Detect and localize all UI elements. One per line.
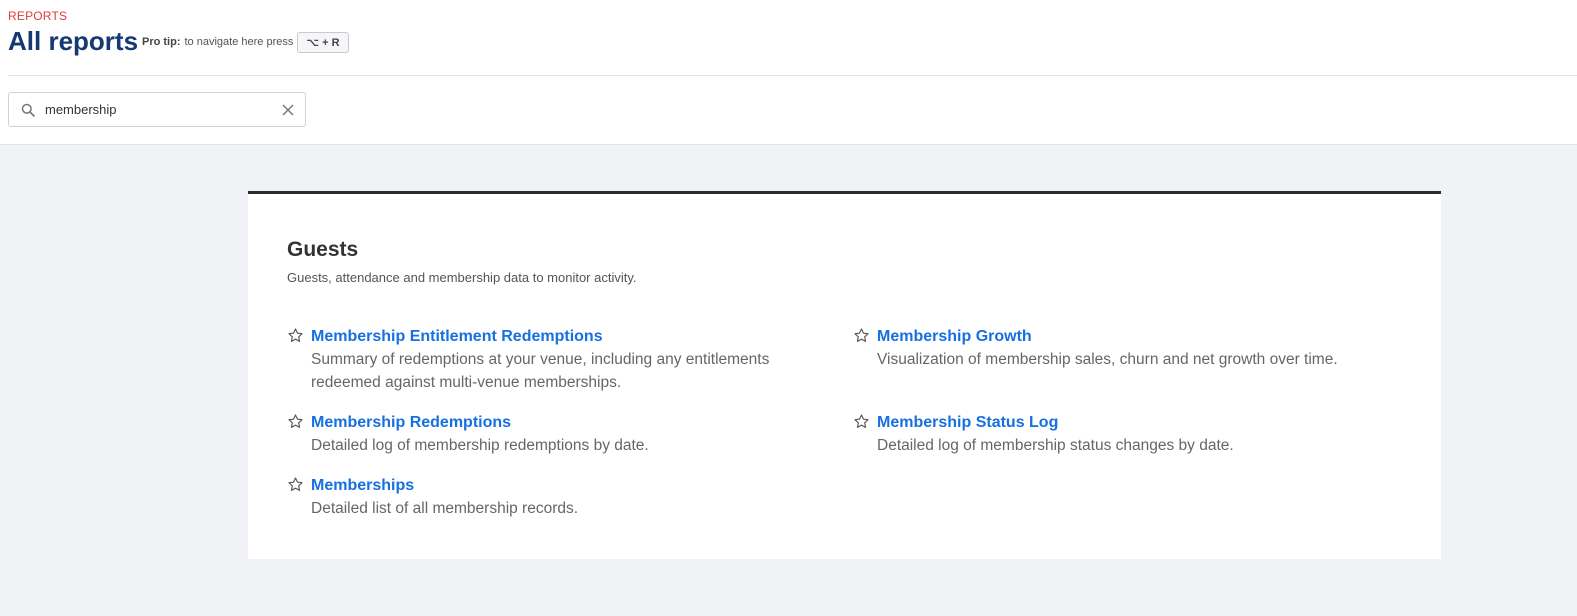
report-description: Detailed log of membership status change…: [877, 437, 1234, 454]
report-category-card: Guests Guests, attendance and membership…: [248, 191, 1441, 559]
star-icon[interactable]: [287, 476, 304, 493]
pro-tip-label: Pro tip:: [142, 36, 181, 48]
close-icon[interactable]: [281, 103, 295, 117]
report-link[interactable]: Membership Redemptions: [311, 413, 649, 433]
report-item: Membership Growth Visualization of membe…: [853, 327, 1373, 371]
report-description: Detailed log of membership redemptions b…: [311, 437, 649, 454]
star-icon[interactable]: [287, 327, 304, 344]
section-eyebrow: REPORTS: [8, 9, 68, 23]
category-description: Guests, attendance and membership data t…: [287, 270, 637, 285]
category-title: Guests: [287, 238, 359, 261]
page-title: All reports: [8, 26, 139, 56]
page-header: REPORTS All reports Pro tip: to navigate…: [0, 0, 1577, 145]
report-item: Membership Status Log Detailed log of me…: [853, 413, 1373, 457]
star-icon[interactable]: [853, 327, 870, 344]
report-link[interactable]: Membership Growth: [877, 327, 1338, 347]
star-icon[interactable]: [287, 413, 304, 430]
report-link[interactable]: Membership Entitlement Redemptions: [311, 327, 807, 347]
keyboard-shortcut: ⌥ + R: [297, 31, 349, 53]
report-description: Detailed list of all membership records.: [311, 500, 579, 517]
search-box[interactable]: [8, 92, 306, 127]
report-description: Visualization of membership sales, churn…: [877, 351, 1338, 368]
report-item: Membership Entitlement Redemptions Summa…: [287, 327, 807, 394]
report-link[interactable]: Membership Status Log: [877, 413, 1234, 433]
star-icon[interactable]: [853, 413, 870, 430]
report-item: Memberships Detailed list of all members…: [287, 476, 807, 520]
header-divider: [8, 75, 1577, 76]
report-description: Summary of redemptions at your venue, in…: [311, 351, 770, 391]
report-link[interactable]: Memberships: [311, 476, 578, 496]
search-input[interactable]: [45, 102, 281, 117]
search-icon: [21, 103, 35, 117]
report-item: Membership Redemptions Detailed log of m…: [287, 413, 807, 457]
pro-tip: Pro tip: to navigate here press ⌥ + R: [142, 31, 349, 53]
pro-tip-text: to navigate here press: [184, 36, 294, 48]
